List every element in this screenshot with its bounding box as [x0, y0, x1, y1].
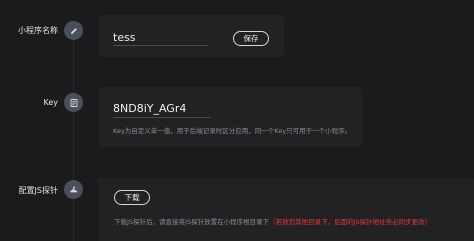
key-label: Key: [43, 98, 58, 107]
probe-hint: 下载JS探针后，请直接将JS探针放置在小程序根目录下（若放到其他目录下，后面的J…: [114, 216, 431, 226]
probe-label: 配置JS探针: [18, 186, 58, 195]
key-hint-text: Key为自定义单一值，用于后端记录时区分应用，同一个Key只可用于一个小程序。: [113, 127, 352, 135]
probe-hint-warning: （若放到其他目录下，后面的JS探针地址务必同步更改）: [269, 218, 432, 226]
edit-pencil-icon: [64, 21, 83, 40]
key-card: 8ND8iY_AGr4 Key为自定义单一值，用于后端记录时区分应用，同一个Ke…: [98, 87, 362, 147]
key-document-icon: [64, 93, 83, 112]
name-card: tess 保存: [98, 15, 284, 57]
timeline-line: [73, 30, 74, 241]
probe-cloud-icon: [64, 180, 83, 199]
download-button[interactable]: 下载: [114, 190, 150, 205]
probe-card: 下载 下载JS探针后，请直接将JS探针放置在小程序根目录下（若放到其他目录下，后…: [98, 178, 474, 241]
key-value: 8ND8iY_AGr4: [113, 102, 187, 115]
key-underline: [113, 117, 211, 118]
name-input-underline: [113, 45, 208, 46]
save-button[interactable]: 保存: [233, 31, 269, 46]
mini-program-name-input[interactable]: tess: [113, 31, 136, 44]
probe-hint-text: 下载JS探针后，请直接将JS探针放置在小程序根目录下: [114, 218, 270, 226]
name-label: 小程序名称: [18, 26, 58, 35]
